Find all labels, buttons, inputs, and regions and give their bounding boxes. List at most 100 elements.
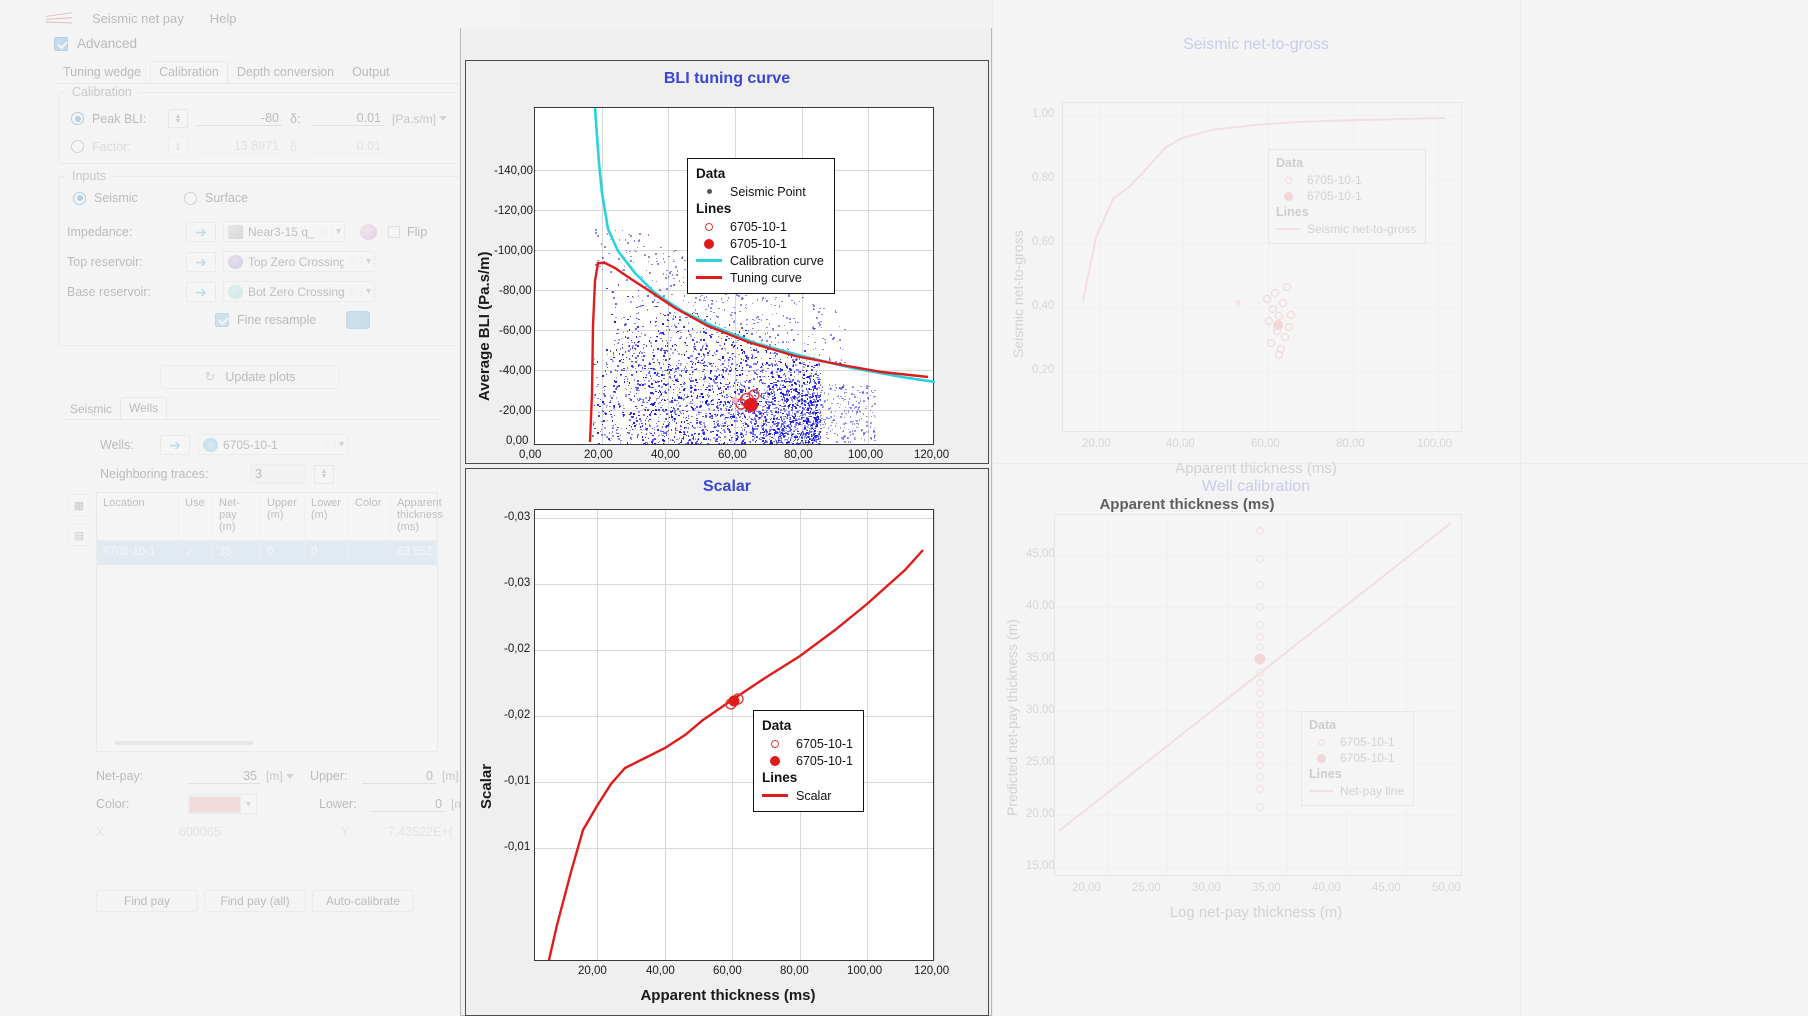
factor-input[interactable]: 13.8971	[196, 139, 282, 154]
source-radio-row[interactable]: Seismic Surface	[73, 191, 248, 205]
fine-resample-checkbox[interactable]	[215, 313, 229, 327]
peak-bli-row[interactable]: Peak BLI: ▲ ▼ -80 δ: 0.01 [Pa.s/m]	[71, 109, 491, 128]
factor-radio[interactable]	[71, 140, 84, 153]
flip-checkbox[interactable]	[388, 225, 400, 238]
base-reservoir-combo[interactable]: Bot Zero Crossing ◌ ▾	[223, 281, 375, 302]
tab-output[interactable]: Output	[343, 61, 399, 83]
fine-resample-row[interactable]: Fine resample	[215, 311, 371, 329]
advanced-checkbox-row[interactable]: Advanced	[54, 36, 137, 51]
top-reservoir-combo[interactable]: Top Zero Crossing ◌ ▾	[223, 251, 375, 272]
chart-seismic-net-to-gross[interactable]: Seismic net-to-gross Seismic net-to-gros…	[994, 26, 1518, 477]
factor-delta-input[interactable]: 0.01	[312, 139, 384, 154]
menu-item-help[interactable]: Help	[204, 9, 243, 28]
tab-wells[interactable]: Wells	[120, 397, 168, 419]
find-pay-all-button[interactable]: Find pay (all)	[204, 890, 306, 912]
base-reservoir-row[interactable]: Base reservoir: ➔ Bot Zero Crossing ◌ ▾	[67, 281, 497, 302]
column-header-lower[interactable]: Lower (m)	[305, 493, 349, 540]
tab-calibration[interactable]: Calibration	[150, 61, 228, 83]
peak-bli-unit-select[interactable]: [Pa.s/m]	[392, 112, 448, 126]
menu-item-title[interactable]: Seismic net pay	[86, 9, 190, 28]
chevron-down-icon[interactable]: ▾	[330, 226, 341, 237]
volume-icon[interactable]	[360, 223, 377, 240]
impedance-combo[interactable]: Near3-15 q_c ◌ ▾	[223, 221, 345, 242]
column-header-location[interactable]: Location	[97, 493, 179, 540]
wells-select-arrow-button[interactable]: ➔	[160, 434, 190, 455]
peak-bli-delta-input[interactable]: 0.01	[312, 111, 384, 126]
auto-calibrate-button[interactable]: Auto-calibrate	[312, 890, 414, 912]
netpay-unit-select[interactable]: [m]	[266, 769, 310, 783]
plot-area[interactable]: Data 6705-10-1 6705-10-1 Lines Seismic n…	[1062, 102, 1462, 432]
delete-row-icon[interactable]: ▤	[68, 524, 90, 546]
cell-color[interactable]	[349, 541, 391, 565]
chevron-down-icon[interactable]: ▾	[360, 256, 371, 267]
chevron-down-icon[interactable]: ▾	[360, 286, 371, 297]
chart-well-calibration[interactable]: Well calibration Predicted net-pay thick…	[994, 468, 1518, 1016]
wells-combo[interactable]: 6705-10-1 ◌ ▾	[198, 434, 348, 455]
color-picker[interactable]: ▾	[188, 794, 258, 814]
peak-bli-stepper[interactable]: ▲ ▼	[168, 109, 188, 128]
upper-input[interactable]: 0	[362, 769, 436, 784]
neighboring-traces-row[interactable]: Neighboring traces: 3 ▲ ▼	[100, 464, 334, 484]
factor-row[interactable]: Factor: ▲ ▼ 13.8971 δ 0.01	[71, 137, 491, 156]
base-reservoir-select-arrow-button[interactable]: ➔	[186, 281, 216, 302]
top-reservoir-row[interactable]: Top reservoir: ➔ Top Zero Crossing ◌ ▾	[67, 251, 497, 272]
settings-tabs[interactable]: Tuning wedge Calibration Depth conversio…	[54, 61, 496, 84]
tab-seismic[interactable]: Seismic	[62, 399, 120, 419]
wells-table[interactable]: Location Use Net-pay (m) Upper (m) Lower…	[96, 492, 443, 752]
column-header-upper[interactable]: Upper (m)	[261, 493, 305, 540]
find-pay-button[interactable]: Find pay	[96, 890, 198, 912]
well-properties-form[interactable]: Net-pay: 35 [m] Upper: 0 [m] Color: ▾ Lo…	[96, 762, 496, 846]
settings-panel[interactable]: Seismic net pay Help Advanced Tuning wed…	[0, 0, 520, 1016]
column-header-use[interactable]: Use	[179, 493, 213, 540]
column-header-netpay[interactable]: Net-pay (m)	[213, 493, 261, 540]
chart-bli-tuning-curve[interactable]: BLI tuning curve Average BLI (Pa.s/m) -1…	[465, 60, 989, 464]
seismic-radio[interactable]	[73, 191, 86, 205]
color-lower-row[interactable]: Color: ▾ Lower: 0 [m]	[96, 790, 496, 818]
clear-icon[interactable]: ◌	[322, 439, 329, 451]
update-plots-button[interactable]: ↻ Update plots	[160, 365, 340, 389]
horizontal-scrollbar[interactable]	[115, 741, 253, 745]
chevron-down-icon[interactable]: ▾	[333, 439, 344, 450]
cell-lower[interactable]: 0	[305, 541, 349, 565]
x-tick-label: 20,00	[578, 965, 607, 977]
neighboring-traces-input[interactable]: 3	[250, 464, 306, 484]
chart-scalar[interactable]: Scalar Scalar -0,03 -0,03 -0,02 -0,02 -0…	[465, 468, 989, 1016]
impedance-row[interactable]: Impedance: ➔ Near3-15 q_c ◌ ▾ Flip	[67, 221, 497, 242]
cell-netpay[interactable]: 35	[213, 541, 261, 565]
netpay-input[interactable]: 35	[188, 769, 260, 784]
cell-use[interactable]: ✓	[179, 541, 213, 565]
plot-area[interactable]: Data 6705-10-1 6705-10-1 Lines Net-pay l…	[1054, 514, 1462, 876]
table-row[interactable]: 6705-10-1 ✓ 35 0 0 63.552	[97, 541, 437, 565]
lower-input[interactable]: 0	[371, 797, 446, 812]
chevron-down-icon[interactable]: ▾	[241, 799, 256, 810]
top-reservoir-select-arrow-button[interactable]: ➔	[186, 251, 216, 272]
legend-section-header: Lines	[1276, 205, 1309, 219]
column-header-color[interactable]: Color	[349, 493, 391, 540]
tab-tuning-wedge[interactable]: Tuning wedge	[54, 61, 150, 83]
tab-depth-conversion[interactable]: Depth conversion	[228, 61, 343, 83]
plot-area[interactable]: Data 6705-10-1 6705-10-1 Lines Scalar	[534, 509, 935, 961]
column-header-apparent-thickness[interactable]: Apparent thickness (ms)	[391, 493, 443, 540]
advanced-checkbox[interactable]	[54, 36, 68, 51]
peak-bli-radio[interactable]	[71, 112, 84, 125]
peak-bli-input[interactable]: -80	[196, 111, 282, 126]
table-tool-buttons[interactable]: ▦ ▤	[68, 494, 90, 546]
clear-icon[interactable]: ◌	[349, 286, 356, 298]
netpay-upper-row[interactable]: Net-pay: 35 [m] Upper: 0 [m]	[96, 762, 496, 790]
action-button-row[interactable]: Find pay Find pay (all) Auto-calibrate	[96, 890, 414, 912]
copy-rows-icon[interactable]: ▦	[68, 494, 90, 516]
clear-icon[interactable]: ◌	[349, 256, 356, 268]
clear-icon[interactable]: ◌	[319, 226, 326, 238]
plot-area[interactable]: Data Seismic Point Lines 6705-10-1 6705-…	[534, 107, 935, 446]
menu-bar[interactable]: Seismic net pay Help	[45, 8, 243, 28]
y-tick-label: 0,40	[1032, 300, 1055, 312]
data-tabs[interactable]: Seismic Wells	[62, 397, 442, 420]
impedance-select-arrow-button[interactable]: ➔	[186, 221, 216, 242]
cell-upper[interactable]: 0	[261, 541, 305, 565]
settings-icon[interactable]	[346, 311, 371, 329]
wells-row[interactable]: Wells: ➔ 6705-10-1 ◌ ▾	[100, 434, 460, 455]
factor-stepper[interactable]: ▲ ▼	[168, 137, 188, 156]
surface-radio[interactable]	[184, 191, 197, 205]
x-tick-label: 100,00	[1417, 438, 1453, 450]
neighboring-traces-stepper[interactable]: ▲ ▼	[314, 464, 334, 484]
